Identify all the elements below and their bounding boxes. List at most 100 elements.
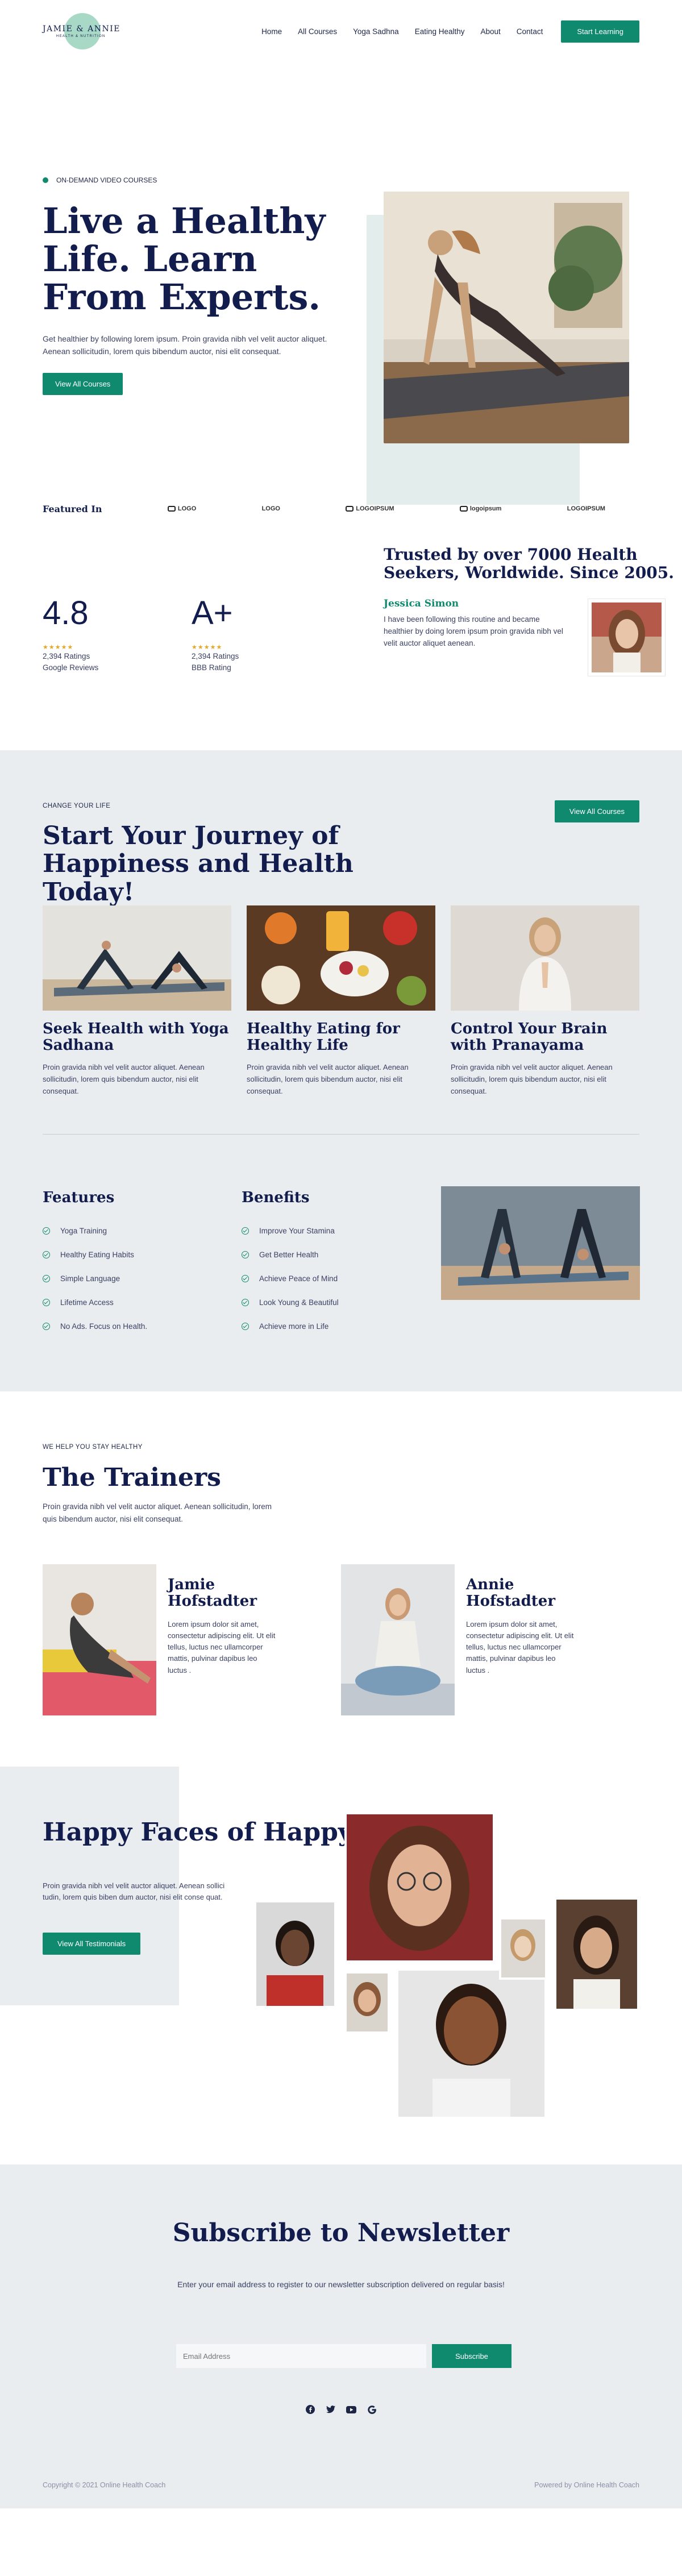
stat-value: A+ [192, 595, 233, 631]
rating-stars-icon: ★★★★★ [43, 644, 74, 651]
brand-mark-icon [167, 506, 176, 512]
trainers-section: WE HELP YOU STAY HEALTHY The Trainers Pr… [0, 1391, 682, 1767]
featured-in-section: Featured In LOGO LOGO LOGOIPSUM logoipsu… [0, 472, 682, 546]
nav-home[interactable]: Home [261, 27, 282, 36]
student-photo [344, 1971, 390, 2034]
logo-name: JAMIE & ANNIE [43, 24, 121, 34]
list-item: Achieve more in Life [242, 1314, 339, 1338]
stat-ratings-count: 2,394 Ratings [192, 652, 239, 660]
featured-title: Featured In [43, 503, 102, 514]
journey-eyebrow: CHANGE YOUR LIFE [43, 803, 111, 809]
brand-logo-3: LOGOIPSUM [346, 505, 394, 512]
list-item: Yoga Training [43, 1219, 147, 1243]
hero-eyebrow: ON-DEMAND VIDEO COURSES [43, 176, 350, 184]
course-card-pranayama[interactable]: Control Your Brain with Pranayama Proin … [451, 905, 639, 1098]
list-item: No Ads. Focus on Health. [43, 1314, 147, 1338]
course-image-meditation [451, 905, 639, 1011]
trainer-name: Jamie Hofstadter [168, 1576, 257, 1610]
site-logo[interactable]: JAMIE & ANNIE HEALTH & NUTRITION [43, 11, 122, 51]
subscribe-button[interactable]: Subscribe [432, 2344, 512, 2368]
check-circle-icon [242, 1227, 249, 1235]
section-divider [43, 1134, 639, 1135]
hero-section: ON-DEMAND VIDEO COURSES Live a Healthy L… [0, 63, 682, 505]
happy-students-section: Happy Faces of Happy Students Proin grav… [0, 1767, 682, 2164]
nav-yoga-sadhna[interactable]: Yoga Sadhna [353, 27, 399, 36]
hero-eyebrow-text: ON-DEMAND VIDEO COURSES [56, 176, 157, 184]
nav-eating-healthy[interactable]: Eating Healthy [415, 27, 465, 36]
trainers-eyebrow: WE HELP YOU STAY HEALTHY [43, 1444, 143, 1451]
email-field[interactable] [176, 2344, 426, 2368]
main-nav: Home All Courses Yoga Sadhna Eating Heal… [261, 20, 639, 43]
facebook-icon[interactable] [305, 2404, 315, 2415]
view-all-courses-button[interactable]: View All Courses [43, 372, 123, 395]
hero-text: Get healthier by following lorem ipsum. … [43, 334, 327, 356]
list-item: Get Better Health [242, 1243, 339, 1266]
google-icon[interactable] [367, 2404, 377, 2415]
course-title: Control Your Brain with Pranayama [451, 1020, 608, 1054]
course-text: Proin gravida nibh vel velit auctor aliq… [43, 1063, 205, 1095]
course-title: Healthy Eating for Healthy Life [247, 1020, 400, 1054]
footer-powered-by: Powered by Online Health Coach [534, 2481, 639, 2489]
brand-logo-5: LOGOIPSUM [567, 505, 605, 512]
student-photo [254, 1900, 336, 2008]
trainer-photo [341, 1564, 455, 1715]
trainers-intro: Proin gravida nibh vel velit auctor aliq… [43, 1502, 272, 1523]
testimonial-avatar [588, 599, 665, 676]
course-cards: Seek Health with Yoga Sadhana Proin grav… [43, 905, 639, 1098]
trusted-title: Trusted by over 7000 Health Seekers, Wor… [384, 545, 675, 583]
check-circle-icon [43, 1274, 50, 1282]
check-circle-icon [43, 1298, 50, 1306]
stat-source: Google Reviews [43, 663, 99, 672]
stat-ratings-count: 2,394 Ratings [43, 652, 90, 660]
journey-view-all-courses-button[interactable]: View All Courses [554, 800, 639, 822]
green-dot-icon [43, 177, 48, 183]
check-circle-icon [242, 1322, 249, 1330]
newsletter-title: Subscribe to Newsletter [172, 2218, 510, 2247]
student-photo [554, 1897, 639, 2011]
features-yoga-image [441, 1186, 640, 1300]
newsletter-section: Subscribe to Newsletter Enter your email… [0, 2164, 682, 2508]
check-circle-icon [242, 1274, 249, 1282]
list-item: Lifetime Access [43, 1290, 147, 1314]
nav-all-courses[interactable]: All Courses [298, 27, 337, 36]
hero-yoga-image [384, 192, 629, 443]
nav-contact[interactable]: Contact [517, 27, 543, 36]
view-all-testimonials-button[interactable]: View All Testimonials [43, 1933, 141, 1955]
course-card-yoga[interactable]: Seek Health with Yoga Sadhana Proin grav… [43, 905, 231, 1098]
course-image-yoga [43, 905, 231, 1011]
journey-title: Start Your Journey of Happiness and Heal… [43, 821, 354, 907]
youtube-icon[interactable] [346, 2404, 356, 2415]
footer-copyright: Copyright © 2021 Online Health Coach [43, 2481, 166, 2489]
newsletter-text: Enter your email address to register to … [177, 2280, 505, 2289]
list-item: Healthy Eating Habits [43, 1243, 147, 1266]
features-list: Features Yoga Training Healthy Eating Ha… [43, 1189, 147, 1338]
brand-logo-2: LOGO [261, 505, 280, 512]
trainer-bio: Lorem ipsum dolor sit amet, consectetur … [466, 1620, 574, 1675]
student-photo [344, 1812, 495, 1963]
brand-logo-1: LOGO [167, 505, 196, 512]
trainer-name: Annie Hofstadter [466, 1576, 556, 1610]
check-circle-icon [43, 1322, 50, 1330]
happy-text: Proin gravida nibh vel velit auctor aliq… [43, 1881, 225, 1902]
bbb-rating-stat: A+ ★★★★★ 2,394 Ratings BBB Rating [192, 594, 239, 673]
student-photo [396, 1968, 547, 2119]
start-learning-button[interactable]: Start Learning [561, 20, 639, 43]
brand-logo-4: logoipsum [459, 505, 501, 512]
benefits-list: Benefits Improve Your Stamina Get Better… [242, 1189, 339, 1338]
journey-section: CHANGE YOUR LIFE Start Your Journey of H… [0, 750, 682, 1391]
social-links [0, 2404, 682, 2415]
trusted-block: Trusted by over 7000 Health Seekers, Wor… [384, 545, 679, 676]
features-title: Features [43, 1189, 115, 1206]
list-item: Simple Language [43, 1266, 147, 1290]
twitter-icon[interactable] [326, 2404, 336, 2415]
trainer-bio: Lorem ipsum dolor sit amet, consectetur … [168, 1620, 276, 1675]
course-text: Proin gravida nibh vel velit auctor aliq… [247, 1063, 409, 1095]
hero-title: Live a Healthy Life. Learn From Experts. [43, 200, 326, 318]
course-card-eating[interactable]: Healthy Eating for Healthy Life Proin gr… [247, 905, 435, 1098]
google-rating-stat: 4.8 ★★★★★ 2,394 Ratings Google Reviews [43, 594, 98, 673]
trainer-photo [43, 1564, 156, 1715]
hero-content: ON-DEMAND VIDEO COURSES Live a Healthy L… [43, 176, 350, 395]
benefits-title: Benefits [242, 1189, 310, 1206]
nav-about[interactable]: About [481, 27, 501, 36]
site-header: JAMIE & ANNIE HEALTH & NUTRITION Home Al… [0, 0, 682, 63]
